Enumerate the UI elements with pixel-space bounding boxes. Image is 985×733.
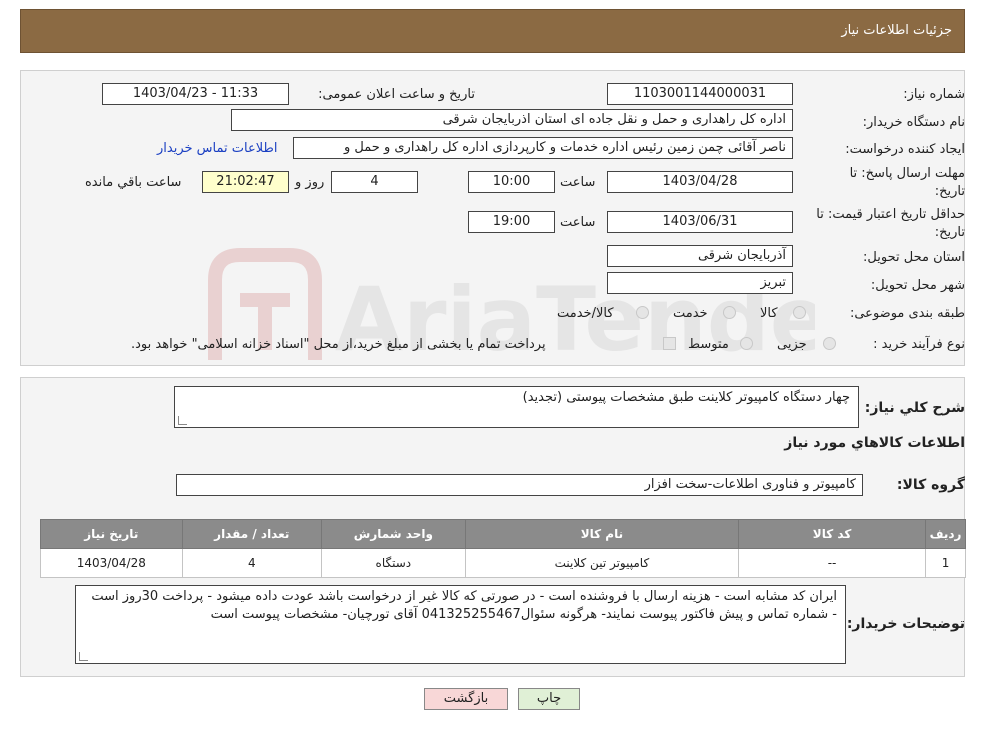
process-note: پرداخت تمام یا بخشی از مبلغ خرید،از محل … <box>131 337 546 352</box>
category-label: طبقه بندی موضوعی: <box>849 306 965 321</box>
page-title: جزئیات اطلاعات نیاز <box>841 23 952 38</box>
category-both-label: کالا/خدمت <box>557 306 614 321</box>
back-button[interactable]: بازگشت <box>424 688 508 710</box>
days-remaining-field: 4 <box>331 171 418 193</box>
buyer-contact-link[interactable]: اطلاعات تماس خریدار <box>157 141 277 156</box>
deadline-time-field: 10:00 <box>468 171 555 193</box>
buyer-notes-label: توضیحات خریدار: <box>846 616 965 632</box>
category-service-radio[interactable] <box>723 306 736 319</box>
buyer-field: اداره کل راهداری و حمل و نقل جاده ای است… <box>231 109 793 131</box>
resize-grip-icon[interactable] <box>178 416 187 425</box>
cell-row: 1 <box>925 548 966 578</box>
goods-info-title: اطلاعات کالاهاي مورد نياز <box>784 435 965 451</box>
city-label: شهر محل تحویل: <box>870 278 965 293</box>
cell-name: کامپیوتر تین کلاینت <box>464 548 740 578</box>
deadline-label: مهلت ارسال پاسخ: تا <box>849 166 965 181</box>
goods-group-label: گروه کالا: <box>896 477 965 493</box>
category-service-label: خدمت <box>673 306 708 321</box>
table-row: 1 -- کامپیوتر تین کلاینت دستگاه 4 1403/0… <box>40 548 966 578</box>
cell-qty: 4 <box>181 548 322 578</box>
validity-time-field: 19:00 <box>468 211 555 233</box>
col-qty: تعداد / مقدار <box>181 519 322 549</box>
category-goods-radio[interactable] <box>793 306 806 319</box>
col-unit: واحد شمارش <box>320 519 466 549</box>
col-row: ردیف <box>925 519 966 549</box>
treasury-checkbox[interactable] <box>663 337 676 350</box>
cell-date: 1403/04/28 <box>40 548 183 578</box>
process-label: نوع فرآیند خرید : <box>873 337 965 352</box>
goods-group-field: کامپیوتر و فناوری اطلاعات-سخت افزار <box>176 474 863 496</box>
need-number-field: 1103001144000031 <box>607 83 793 105</box>
creator-label: ایجاد کننده درخواست: <box>845 142 965 157</box>
deadline-date-field: 1403/04/28 <box>607 171 793 193</box>
validity-label-2: تاریخ: <box>934 225 965 240</box>
remaining-time-field: 21:02:47 <box>202 171 289 193</box>
days-word: روز و <box>295 175 325 190</box>
process-medium-radio[interactable] <box>740 337 753 350</box>
process-minor-label: جزیی <box>777 337 807 352</box>
deadline-label-2: تاریخ: <box>934 184 965 199</box>
page-header: جزئیات اطلاعات نیاز <box>20 9 965 53</box>
buyer-notes-field: ایران کد مشابه است - هزینه ارسال با فروش… <box>75 585 846 664</box>
process-medium-label: متوسط <box>688 337 729 352</box>
deadline-time-label: ساعت <box>560 175 596 190</box>
col-name: نام کالا <box>464 519 740 549</box>
category-both-radio[interactable] <box>636 306 649 319</box>
col-date: تاریخ نیاز <box>40 519 183 549</box>
city-field: تبریز <box>607 272 793 294</box>
announce-label: تاریخ و ساعت اعلان عمومی: <box>318 87 475 102</box>
announce-datetime-field: 1403/04/23 - 11:33 <box>102 83 289 105</box>
col-code: کد کالا <box>738 519 927 549</box>
resize-grip-icon[interactable] <box>79 652 88 661</box>
print-button[interactable]: چاپ <box>518 688 580 710</box>
buyer-label: نام دستگاه خریدار: <box>862 115 965 130</box>
validity-label: حداقل تاریخ اعتبار قیمت: تا <box>816 207 965 222</box>
remaining-word: ساعت باقي مانده <box>85 175 182 190</box>
goods-table: ردیف کد کالا نام کالا واحد شمارش تعداد /… <box>40 519 966 578</box>
category-goods-label: کالا <box>760 306 778 321</box>
summary-label: شرح کلي نياز: <box>864 400 965 416</box>
creator-field: ناصر آقائی چمن زمین رئیس اداره خدمات و ک… <box>293 137 793 159</box>
summary-text: چهار دستگاه کامپیوتر کلاینت طبق مشخصات پ… <box>522 390 850 405</box>
goods-table-header: ردیف کد کالا نام کالا واحد شمارش تعداد /… <box>40 519 966 549</box>
buyer-notes-text: ایران کد مشابه است - هزینه ارسال با فروش… <box>91 589 837 622</box>
validity-date-field: 1403/06/31 <box>607 211 793 233</box>
cell-unit: دستگاه <box>320 548 466 578</box>
province-label: استان محل تحویل: <box>863 250 965 265</box>
validity-time-label: ساعت <box>560 215 596 230</box>
summary-field: چهار دستگاه کامپیوتر کلاینت طبق مشخصات پ… <box>174 386 859 428</box>
cell-code: -- <box>738 548 927 578</box>
need-number-label: شماره نیاز: <box>903 87 965 102</box>
province-field: آذربایجان شرقی <box>607 245 793 267</box>
process-minor-radio[interactable] <box>823 337 836 350</box>
